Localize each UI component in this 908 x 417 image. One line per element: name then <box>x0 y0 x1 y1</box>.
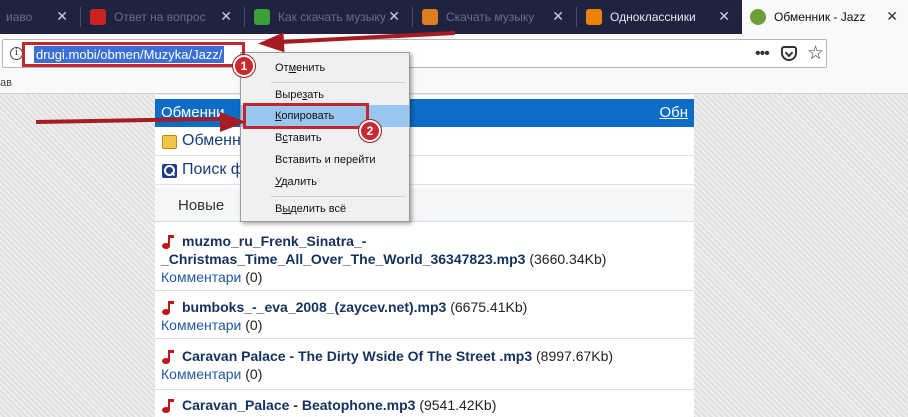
tab-1-close-icon[interactable]: ✕ <box>56 9 68 23</box>
nav-row-obmennik[interactable]: Обменн <box>155 128 694 156</box>
obmennik-favicon-icon <box>750 9 766 25</box>
tab-odnoklassniki-title: Одноклассники <box>610 10 696 24</box>
menu-separator <box>271 196 405 197</box>
comments-link[interactable]: Комментари (0) <box>161 268 262 286</box>
bookmarks-toolbar: ав <box>0 76 908 94</box>
tab-3-close-icon[interactable]: ✕ <box>388 9 400 23</box>
odnoklassniki-favicon-icon <box>586 9 602 25</box>
file-link[interactable]: bumboks_-_eva_2008_(zaycev.net).mp3 (667… <box>182 298 527 316</box>
tab-2-close-icon[interactable]: ✕ <box>220 9 232 23</box>
arrow-1-head-icon <box>257 32 285 54</box>
file-name-line2: _Christmas_Time_All_Over_The_World_36347… <box>161 251 526 267</box>
music-note-icon <box>161 349 174 365</box>
folder-icon <box>162 135 177 149</box>
file-name: bumboks_-_eva_2008_(zaycev.net).mp3 <box>182 299 447 315</box>
pocket-icon[interactable] <box>781 46 797 61</box>
menu-cut-text: Выре <box>275 89 303 101</box>
tab-separator <box>412 7 413 27</box>
comments-count: (0) <box>245 269 263 285</box>
menu-item-undo[interactable]: Отменить <box>241 57 409 79</box>
tab-odnoklassniki[interactable]: Одноклассники ✕ <box>578 0 740 34</box>
file-name-line1: muzmo_ru_Frenk_Sinatra_- <box>182 233 367 249</box>
comments-link[interactable]: Комментари (0) <box>161 365 262 383</box>
menu-paste-text-rest: тавить <box>287 132 322 144</box>
tab-1-title: иаво <box>6 10 33 24</box>
comments-link[interactable]: Комментари (0) <box>161 316 262 334</box>
menu-separator <box>271 82 405 83</box>
copy-highlight-box <box>243 103 369 129</box>
file-name: Caravan_Palace - Beatophone.mp3 <box>182 397 416 413</box>
bookmark-star-icon[interactable]: ☆ <box>807 42 824 65</box>
menu-cut-text-rest: ать <box>307 89 324 101</box>
menu-delete-text-rest: далить <box>281 176 318 188</box>
menu-item-paste-and-go[interactable]: Вставить и перейти <box>241 149 409 171</box>
category-tabs: Новые <box>155 188 694 222</box>
menu-item-paste[interactable]: Вставить <box>241 127 409 149</box>
menu-undo-text-rest: енить <box>296 62 326 74</box>
file-size: (3660.34Kb) <box>529 251 607 267</box>
music-note-icon <box>161 300 174 316</box>
tab-odnoklassniki-close-icon[interactable]: ✕ <box>718 9 730 23</box>
step-badge-2: 2 <box>359 120 381 142</box>
menu-select-all-text-rest: делить всё <box>290 203 347 215</box>
comments-label: Комментари <box>161 366 242 382</box>
tab-new[interactable]: Новые <box>178 197 224 214</box>
tab-4-close-icon[interactable]: ✕ <box>552 9 564 23</box>
menu-undo-text: От <box>275 62 289 74</box>
file-link[interactable]: muzmo_ru_Frenk_Sinatra_- <box>182 232 366 250</box>
arrow-2-head-icon <box>220 112 246 132</box>
context-menu: Отменить Вырезать Копировать Вставить Вс… <box>240 52 410 222</box>
file-link[interactable]: _Christmas_Time_All_Over_The_World_36347… <box>161 250 606 268</box>
comments-label: Комментари <box>161 269 242 285</box>
page-actions-more-icon[interactable]: ••• <box>755 45 770 63</box>
list-item: Caravan_Palace - Beatophone.mp3 (9541.42… <box>155 391 694 417</box>
tab-obmennik-jazz[interactable]: Обменник - Jazz ✕ <box>742 0 908 34</box>
list-item: Caravan Palace - The Dirty Wside Of The … <box>155 340 694 390</box>
tab-2-title: Ответ на вопрос <box>114 10 206 24</box>
header-refresh-link[interactable]: Обн <box>659 104 688 121</box>
comments-count: (0) <box>245 366 263 382</box>
step-badge-1: 1 <box>233 55 255 77</box>
tab-strip: иаво ✕ Ответ на вопрос ✕ Как скачать муз… <box>0 0 908 34</box>
tab-2[interactable]: Ответ на вопрос ✕ <box>82 0 242 34</box>
comments-label: Комментари <box>161 317 242 333</box>
tab-1[interactable]: иаво ✕ <box>0 0 78 34</box>
url-highlight-box <box>22 42 245 67</box>
tab-3-favicon-icon <box>254 9 270 25</box>
file-link[interactable]: Caravan Palace - The Dirty Wside Of The … <box>182 347 613 365</box>
tab-3-title: Как скачать музыку <box>278 10 386 24</box>
tab-4[interactable]: Скачать музыку ✕ <box>414 0 574 34</box>
tab-obmennik-close-icon[interactable]: ✕ <box>886 9 898 23</box>
tab-4-title: Скачать музыку <box>446 10 535 24</box>
tab-separator <box>244 7 245 27</box>
page-background: Обменни Обн Обменн Поиск ф Новые muzmo_r… <box>0 95 908 417</box>
file-size: (8997.67Kb) <box>536 348 614 364</box>
menu-item-select-all[interactable]: Выделить всё <box>241 198 409 220</box>
file-link[interactable]: Caravan_Palace - Beatophone.mp3 (9541.42… <box>182 396 496 414</box>
list-item: muzmo_ru_Frenk_Sinatra_- _Christmas_Time… <box>155 226 694 291</box>
tab-3[interactable]: Как скачать музыку ✕ <box>246 0 410 34</box>
nav-row-search[interactable]: Поиск ф <box>155 157 694 185</box>
tab-obmennik-title: Обменник - Jazz <box>774 10 866 24</box>
menu-paste-go-text: Вставить и перейти <box>275 154 376 166</box>
tab-separator <box>80 7 81 27</box>
nav-obmennik-label: Обменн <box>182 132 241 149</box>
search-icon <box>162 164 177 178</box>
list-item: bumboks_-_eva_2008_(zaycev.net).mp3 (667… <box>155 292 694 339</box>
tab-2-favicon-icon <box>90 9 106 25</box>
music-note-icon <box>161 234 174 250</box>
bookmark-item[interactable]: ав <box>0 77 12 89</box>
nav-search-label: Поиск ф <box>182 161 244 178</box>
tab-4-favicon-icon <box>422 9 438 25</box>
tab-separator <box>576 7 577 27</box>
page-content: Обменни Обн Обменн Поиск ф Новые muzmo_r… <box>155 95 694 417</box>
file-size: (6675.41Kb) <box>450 299 528 315</box>
file-name: Caravan Palace - The Dirty Wside Of The … <box>182 348 533 364</box>
file-size: (9541.42Kb) <box>419 397 497 413</box>
comments-count: (0) <box>245 317 263 333</box>
menu-item-delete[interactable]: Удалить <box>241 171 409 193</box>
music-note-icon <box>161 398 174 414</box>
